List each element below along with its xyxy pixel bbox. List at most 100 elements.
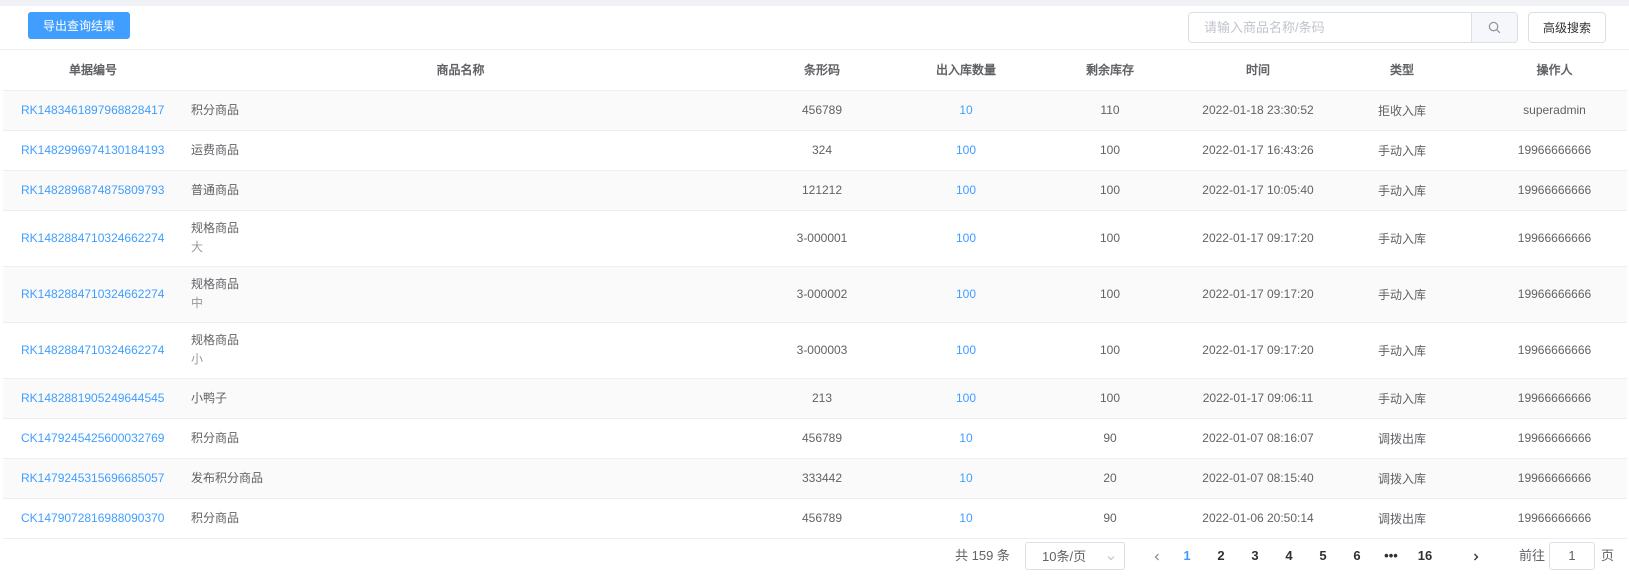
table-body: RK1483461897968828417 积分商品 456789 10 110 2022… — [3, 90, 1627, 539]
barcode-cell: 121212 — [738, 170, 906, 211]
order-number-link[interactable]: RK1482884710324662274 — [3, 210, 183, 267]
time-cell: 2022-01-17 10:05:40 — [1194, 170, 1322, 211]
table-row: RK1482884710324662274 规格商品中 3-000002 100 100… — [3, 266, 1627, 323]
type-cell: 手动入库 — [1322, 210, 1482, 267]
quantity-cell: 100 — [906, 130, 1026, 171]
advanced-search-button[interactable]: 高级搜索 — [1528, 12, 1606, 43]
type-cell: 调拨出库 — [1322, 498, 1482, 539]
more-pages-button[interactable]: ••• — [1376, 542, 1406, 570]
table-row: RK1482996974130184193 运费商品 324 100 100 2022-0… — [3, 130, 1627, 171]
type-cell: 手动入库 — [1322, 130, 1482, 171]
column-header: 单据编号 — [3, 50, 183, 91]
prev-page-button[interactable] — [1145, 542, 1169, 570]
operator-cell: 19966666666 — [1482, 130, 1627, 171]
order-number-link[interactable]: RK1482996974130184193 — [3, 130, 183, 171]
page-size-select[interactable]: 10条/页 — [1025, 542, 1125, 570]
order-number-link[interactable]: RK1482896874875809793 — [3, 170, 183, 211]
search-box — [1188, 12, 1518, 43]
stock-record-page: 导出查询结果 高级搜索 单据编号商品名称条形码出入库数量剩余库存时间类型操作人 … — [0, 6, 1629, 580]
column-header: 剩余库存 — [1026, 50, 1194, 91]
operator-cell: 19966666666 — [1482, 170, 1627, 211]
search-input[interactable] — [1189, 13, 1471, 42]
product-name: 规格商品 — [191, 221, 240, 235]
toolbar: 导出查询结果 高级搜索 — [0, 6, 1629, 50]
barcode-cell: 456789 — [738, 90, 906, 131]
product-name-cell: 规格商品中 — [183, 266, 738, 323]
stock-record-table: 单据编号 商品名称 条形码 出入库数量 剩余库存 时间 类型 操作人 RK1483461897… — [3, 50, 1627, 539]
quantity-cell: 10 — [906, 90, 1026, 131]
order-number-link[interactable]: RK1483461897968828417 — [3, 90, 183, 131]
barcode-cell: 213 — [738, 378, 906, 419]
type-cell: 手动入库 — [1322, 322, 1482, 379]
product-name: 积分商品 — [191, 102, 240, 117]
table-row: RK1482881905249644545 小鸭子 213 100 100 2022-01… — [3, 378, 1627, 419]
time-cell: 2022-01-17 09:06:11 — [1194, 378, 1322, 419]
page-number-button[interactable]: 5 — [1308, 542, 1338, 570]
barcode-cell: 456789 — [738, 418, 906, 459]
product-name-cell: 小鸭子 — [183, 378, 738, 419]
product-name: 积分商品 — [191, 430, 240, 445]
column-header: 出入库数量 — [906, 50, 1026, 91]
page-number-button[interactable]: 6 — [1342, 542, 1372, 570]
page-number-button[interactable]: 2 — [1206, 542, 1236, 570]
time-cell: 2022-01-17 16:43:26 — [1194, 130, 1322, 171]
column-header: 条形码 — [738, 50, 906, 91]
page-number-button[interactable]: 3 — [1240, 542, 1270, 570]
table-row: RK1482884710324662274 规格商品小 3-000003 100 100… — [3, 322, 1627, 379]
column-header: 时间 — [1194, 50, 1322, 91]
order-number-link[interactable]: RK1479245315696685057 — [3, 458, 183, 499]
order-number-link[interactable]: RK1482884710324662274 — [3, 266, 183, 323]
goto-prefix: 前往 — [1519, 548, 1546, 563]
quantity-cell: 10 — [906, 418, 1026, 459]
time-cell: 2022-01-06 20:50:14 — [1194, 498, 1322, 539]
operator-cell: 19966666666 — [1482, 210, 1627, 267]
operator-cell: 19966666666 — [1482, 498, 1627, 539]
order-number-link[interactable]: CK1479072816988090370 — [3, 498, 183, 539]
product-name: 小鸭子 — [191, 390, 228, 405]
product-name: 规格商品 — [191, 333, 240, 347]
product-spec: 大 — [191, 240, 204, 254]
order-number-link[interactable]: RK1482884710324662274 — [3, 322, 183, 379]
next-page-button[interactable] — [1464, 542, 1488, 570]
barcode-cell: 333442 — [738, 458, 906, 499]
type-cell: 调拨入库 — [1322, 458, 1482, 499]
operator-cell: 19966666666 — [1482, 266, 1627, 323]
quantity-cell: 10 — [906, 458, 1026, 499]
page-number-button[interactable]: 4 — [1274, 542, 1304, 570]
page-number-button[interactable]: 1 — [1172, 542, 1202, 570]
pagination: 共 159 条 10条/页 123456•••16 前往 页 — [0, 542, 1629, 572]
order-number-link[interactable]: RK1482881905249644545 — [3, 378, 183, 419]
page-number-button[interactable]: 16 — [1410, 542, 1440, 570]
table-row: RK1482884710324662274 规格商品大 3-000001 100 100… — [3, 210, 1627, 267]
table-row: CK1479245425600032769 积分商品 456789 10 90 2022-… — [3, 418, 1627, 459]
table-row: RK1479245315696685057 发布积分商品 333442 10 20 202… — [3, 458, 1627, 499]
search-button[interactable] — [1471, 13, 1517, 42]
order-number-link[interactable]: CK1479245425600032769 — [3, 418, 183, 459]
total-count: 共 159 条 — [955, 548, 1010, 563]
quantity-cell: 100 — [906, 266, 1026, 323]
time-cell: 2022-01-17 09:17:20 — [1194, 266, 1322, 323]
table-row: CK1479072816988090370 积分商品 456789 10 90 2022-… — [3, 498, 1627, 539]
chevron-left-icon — [1154, 553, 1159, 561]
table-row: RK1483461897968828417 积分商品 456789 10 110 2022… — [3, 90, 1627, 131]
product-name-cell: 运费商品 — [183, 130, 738, 171]
product-name-cell: 普通商品 — [183, 170, 738, 211]
stock-cell: 20 — [1026, 458, 1194, 499]
goto-page-input[interactable] — [1549, 542, 1595, 570]
product-name: 积分商品 — [191, 510, 240, 525]
barcode-cell: 3-000001 — [738, 210, 906, 267]
product-name: 运费商品 — [191, 142, 240, 157]
product-name-cell: 积分商品 — [183, 498, 738, 539]
product-name-cell: 积分商品 — [183, 418, 738, 459]
export-results-button[interactable]: 导出查询结果 — [28, 12, 131, 39]
page-size-value: 10条/页 — [1042, 549, 1087, 564]
product-spec: 中 — [191, 296, 204, 310]
operator-cell: 19966666666 — [1482, 378, 1627, 419]
product-name-cell: 发布积分商品 — [183, 458, 738, 499]
operator-cell: 19966666666 — [1482, 322, 1627, 379]
table-row: RK1482896874875809793 普通商品 121212 100 100 202… — [3, 170, 1627, 211]
stock-cell: 100 — [1026, 130, 1194, 171]
column-header: 操作人 — [1482, 50, 1627, 91]
quantity-cell: 100 — [906, 210, 1026, 267]
time-cell: 2022-01-17 09:17:20 — [1194, 322, 1322, 379]
